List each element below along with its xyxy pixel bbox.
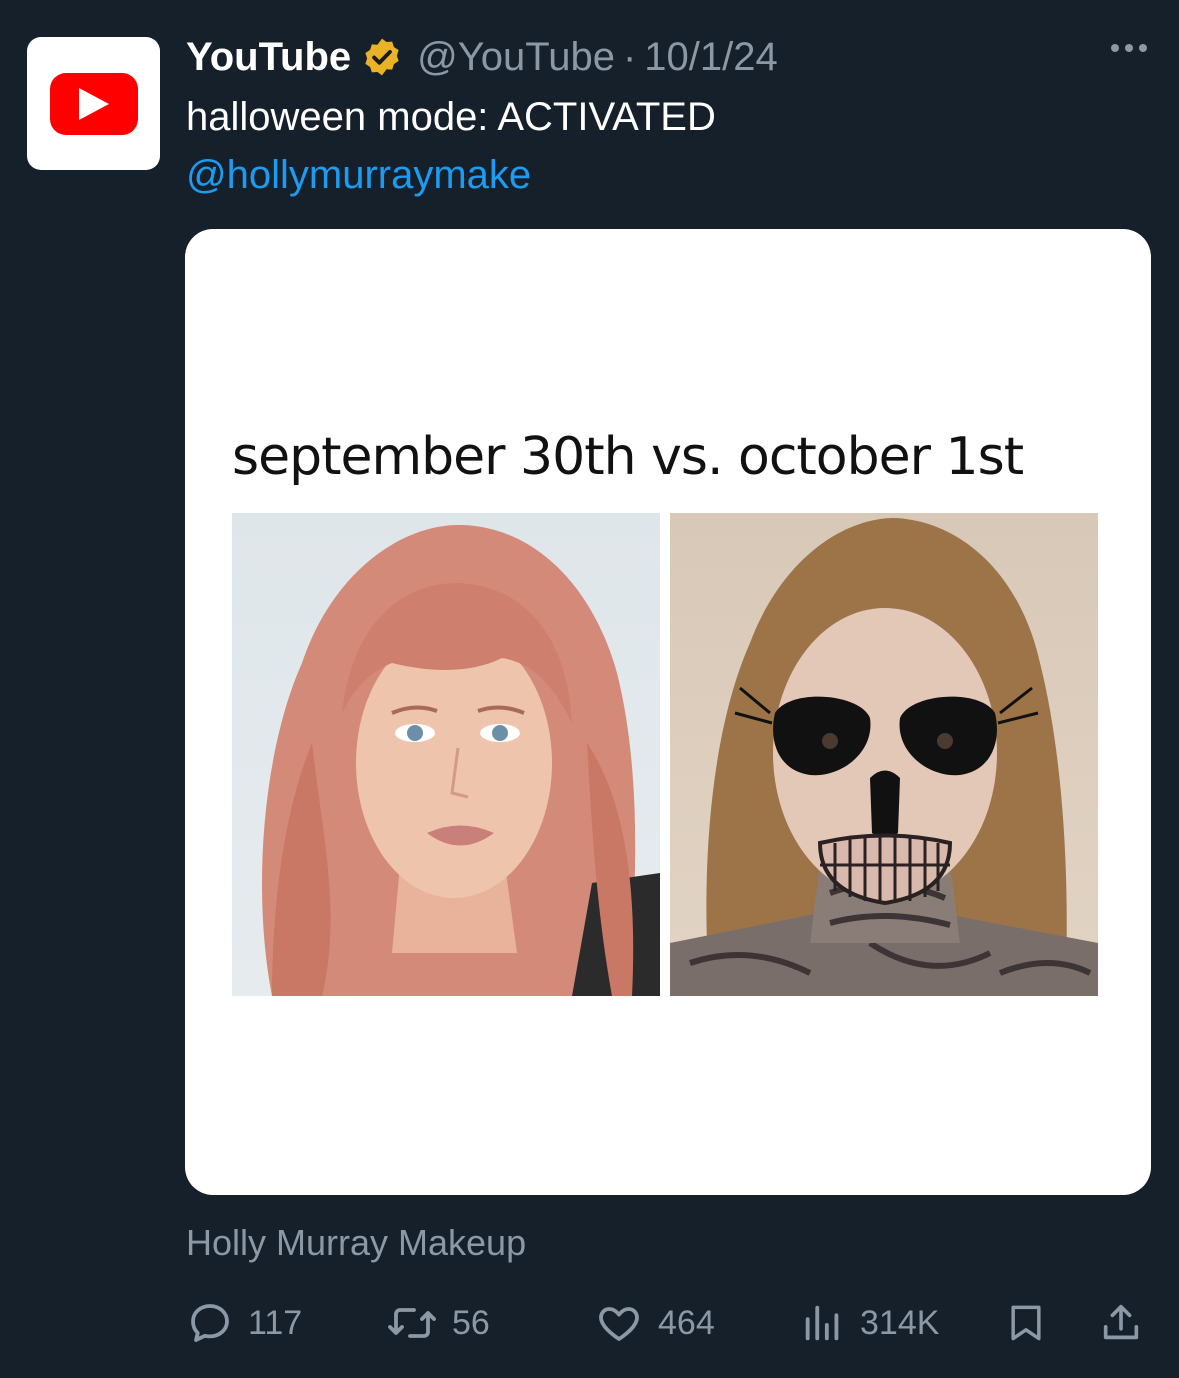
repost-icon bbox=[388, 1308, 436, 1338]
tweet-header: YouTube @YouTube · 10/1/24 bbox=[186, 32, 778, 82]
youtube-logo-icon bbox=[49, 72, 138, 135]
bookmark-icon bbox=[1011, 1305, 1041, 1341]
display-name[interactable]: YouTube bbox=[186, 35, 351, 80]
handle[interactable]: @YouTube bbox=[417, 35, 615, 80]
action-bar: 117 56 464 314K bbox=[0, 1295, 1179, 1351]
photo-after bbox=[670, 513, 1098, 996]
reply-button[interactable]: 117 bbox=[186, 1299, 302, 1347]
mention-link[interactable]: @hollymurraymake bbox=[186, 150, 531, 200]
avatar[interactable] bbox=[27, 37, 160, 170]
tweet[interactable]: YouTube @YouTube · 10/1/24 halloween mod… bbox=[0, 0, 1179, 1378]
heart-icon bbox=[599, 1307, 639, 1341]
separator: · bbox=[622, 34, 637, 79]
bookmark-button[interactable] bbox=[1004, 1299, 1048, 1347]
verified-badge-icon bbox=[361, 36, 403, 78]
media-source-label[interactable]: Holly Murray Makeup bbox=[186, 1222, 526, 1264]
reply-count: 117 bbox=[248, 1303, 303, 1342]
like-button[interactable]: 464 bbox=[594, 1299, 715, 1347]
media-image[interactable]: september 30th vs. october 1st bbox=[185, 229, 1151, 1195]
reply-icon bbox=[191, 1304, 229, 1342]
timestamp[interactable]: 10/1/24 bbox=[644, 35, 777, 80]
share-icon bbox=[1103, 1304, 1139, 1340]
like-count: 464 bbox=[658, 1303, 715, 1342]
media-caption: september 30th vs. october 1st bbox=[232, 427, 1024, 487]
views-chart-icon bbox=[805, 1305, 839, 1341]
photo-before bbox=[232, 513, 660, 996]
views-count: 314K bbox=[860, 1303, 940, 1342]
repost-count: 56 bbox=[452, 1303, 490, 1342]
share-button[interactable] bbox=[1098, 1299, 1144, 1347]
more-options-icon[interactable] bbox=[1111, 44, 1147, 52]
views-button[interactable]: 314K bbox=[800, 1299, 939, 1347]
tweet-text: halloween mode: ACTIVATED bbox=[186, 95, 716, 139]
repost-button[interactable]: 56 bbox=[386, 1299, 490, 1347]
